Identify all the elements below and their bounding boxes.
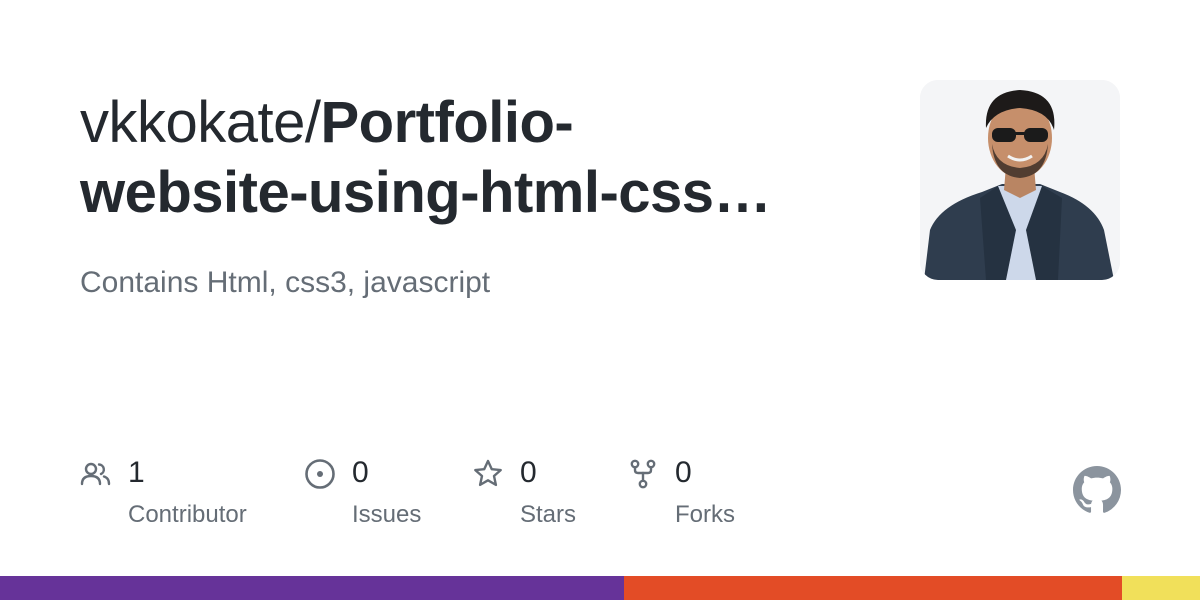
stat-issues-label: Issues	[352, 501, 422, 528]
stat-forks-label: Forks	[675, 501, 735, 528]
issue-icon	[305, 459, 335, 489]
language-bar-segment	[1121, 576, 1200, 600]
repo-stats: 1 Contributor 0 Issues 0 Stars 0 Forks	[80, 456, 800, 546]
stat-issues-value: 0	[352, 456, 369, 489]
stat-contributors-value: 1	[128, 456, 145, 489]
stat-contributors-label: Contributor	[128, 501, 247, 528]
stat-stars-label: Stars	[520, 501, 577, 528]
stat-stars-value: 0	[520, 456, 537, 489]
language-bar-segment	[0, 576, 624, 600]
repo-name-part-2[interactable]: website-using-html-css…	[80, 160, 772, 225]
language-bar-segment	[623, 576, 1122, 600]
stat-forks-value: 0	[675, 456, 692, 489]
repo-title: vkkokate/Portfolio- website-using-html-c…	[80, 88, 880, 228]
star-icon	[474, 459, 502, 487]
avatar-portrait-image	[920, 80, 1120, 280]
github-logo-icon[interactable]	[1073, 466, 1121, 514]
repo-name-part-1[interactable]: Portfolio-	[321, 90, 574, 155]
owner-avatar	[920, 80, 1120, 280]
people-icon	[80, 462, 111, 486]
language-bar	[0, 576, 1200, 600]
repo-owner[interactable]: vkkokate/	[80, 90, 321, 155]
fork-icon	[630, 459, 656, 489]
repo-description: Contains Html, css3, javascript	[80, 266, 491, 299]
